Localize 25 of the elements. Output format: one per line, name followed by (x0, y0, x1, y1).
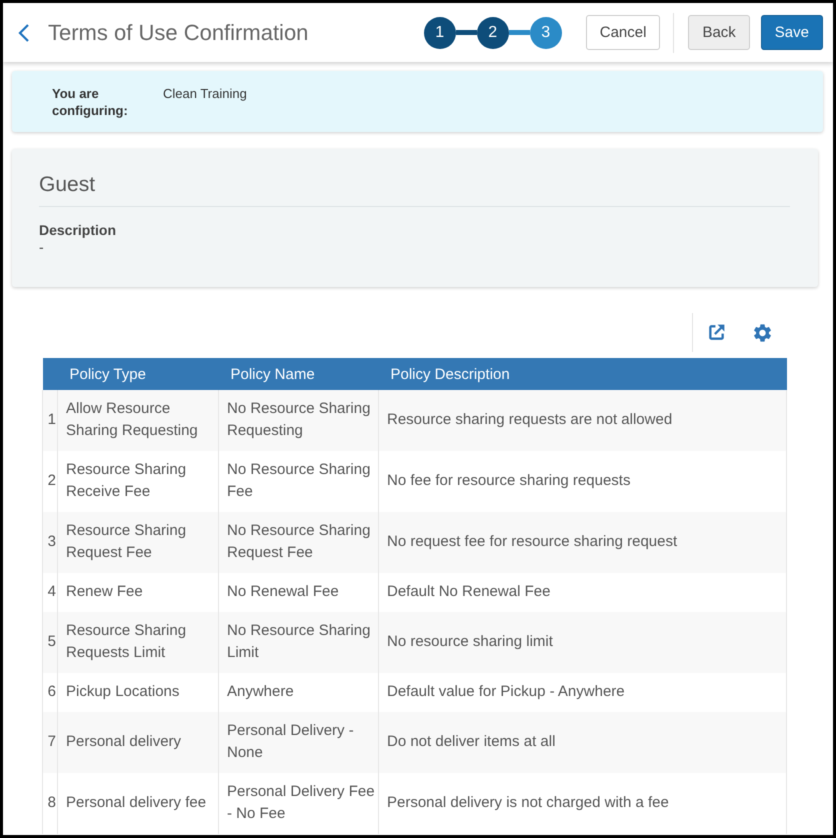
card-title: Guest (39, 172, 96, 198)
outline-button[interactable]: Cancel (586, 15, 660, 50)
chevron-left-icon[interactable] (18, 22, 30, 42)
column-header[interactable]: Policy Description (378, 358, 786, 390)
context-value: Clean Training (163, 85, 247, 102)
step-indicator: 1 (424, 16, 456, 48)
row-number: 8 (42, 773, 58, 834)
field-label: Description (39, 221, 118, 239)
row-number-header (42, 358, 58, 390)
context-label: You are configuring: (52, 85, 129, 119)
settings-icon[interactable] (754, 324, 770, 342)
table-cell: Personal delivery fee (58, 773, 218, 834)
page-title: Terms of Use Confirmation (48, 20, 308, 46)
step-connector (456, 30, 477, 35)
column-header[interactable]: Policy Type (58, 358, 218, 390)
step-connector (508, 30, 530, 35)
step-indicator: 3 (530, 16, 562, 48)
secondary-button[interactable]: Back (688, 15, 750, 50)
primary-button[interactable]: Save (760, 15, 823, 50)
table-cell: Personal Delivery Fee - No Fee (218, 773, 378, 834)
external-link-icon[interactable] (708, 324, 724, 341)
table-cell: Personal delivery is not charged with a fee (378, 773, 786, 834)
field-value: - (39, 239, 45, 256)
step-indicator: 2 (476, 16, 509, 48)
column-header[interactable]: Policy Name (218, 358, 378, 390)
